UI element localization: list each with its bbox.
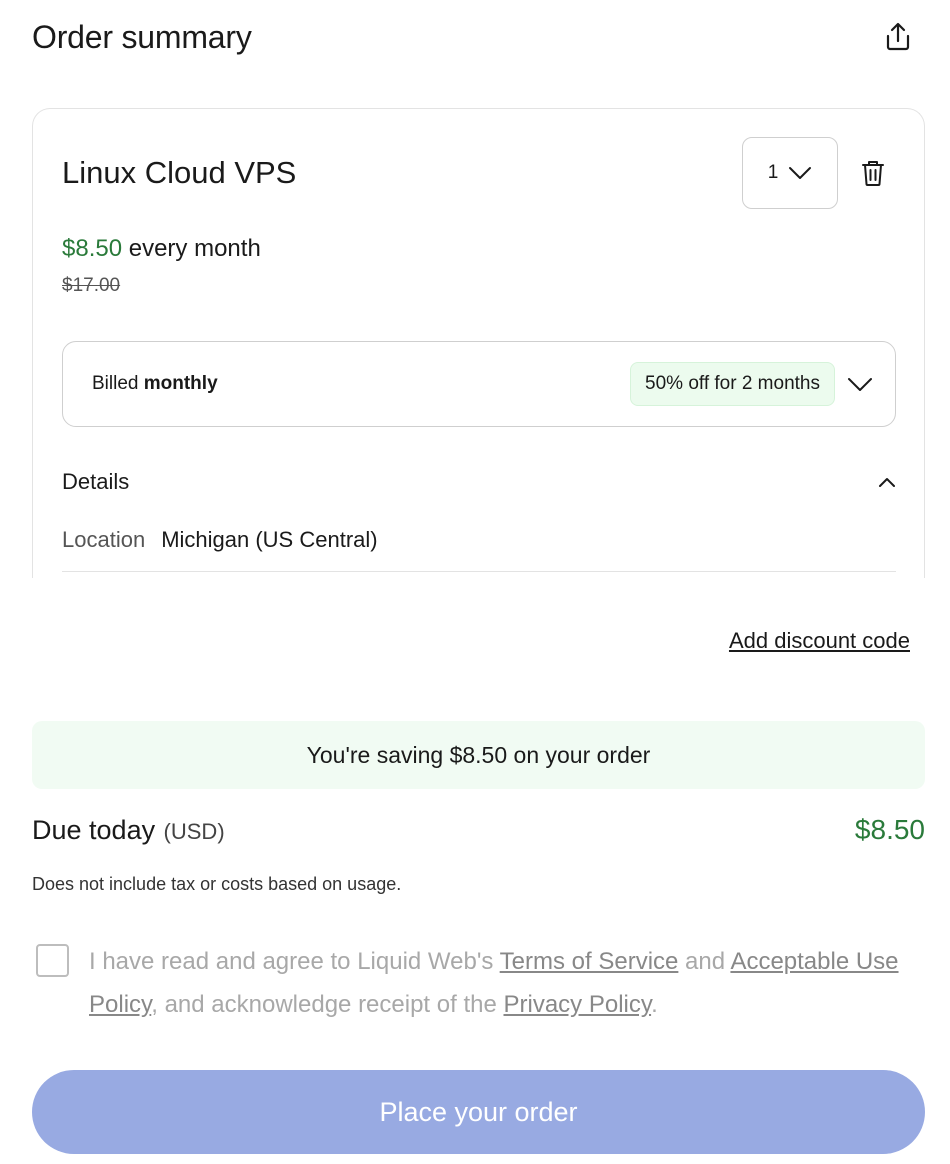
- location-label: Location: [62, 527, 146, 552]
- location-value: Michigan (US Central): [161, 527, 378, 552]
- product-name: Linux Cloud VPS: [62, 155, 297, 190]
- page-title: Order summary: [32, 18, 252, 55]
- agreement-text-2: and: [678, 948, 731, 975]
- trash-icon: [862, 161, 884, 186]
- share-button[interactable]: [878, 17, 918, 57]
- tax-note: Does not include tax or costs based on u…: [32, 874, 402, 894]
- price-line: $8.50 every month: [62, 235, 261, 263]
- agreement-text: I have read and agree to Liquid Web's Te…: [89, 940, 926, 1026]
- due-label: Due today: [32, 815, 156, 845]
- due-label-group: Due today (USD): [32, 815, 225, 846]
- quantity-value: 1: [767, 162, 779, 183]
- chevron-down-icon: [789, 167, 812, 179]
- privacy-policy-link[interactable]: Privacy Policy: [503, 991, 651, 1018]
- chevron-up-icon: [879, 477, 895, 487]
- remove-item-button[interactable]: [855, 155, 891, 191]
- billing-term: monthly: [143, 373, 218, 394]
- chevron-down-icon: [848, 377, 872, 391]
- agreement-text-1: I have read and agree to Liquid Web's: [89, 948, 500, 975]
- savings-banner: You're saving $8.50 on your order: [32, 721, 925, 789]
- current-price: $8.50: [62, 235, 123, 262]
- location-row: Location Michigan (US Central): [62, 527, 378, 553]
- agreement-row: I have read and agree to Liquid Web's Te…: [36, 940, 926, 1026]
- promo-badge: 50% off for 2 months: [630, 362, 835, 406]
- billing-term-select[interactable]: Billed monthly 50% off for 2 months: [62, 341, 896, 427]
- add-discount-code-link[interactable]: Add discount code: [729, 628, 910, 654]
- details-title: Details: [62, 469, 130, 494]
- agreement-text-4: .: [651, 991, 658, 1018]
- billing-label: Billed monthly: [92, 373, 218, 395]
- share-icon: [886, 22, 910, 51]
- header: Order summary: [32, 14, 918, 60]
- divider: [62, 571, 896, 572]
- due-today-row: Due today (USD) $8.50: [32, 814, 925, 846]
- original-price: $17.00: [62, 275, 121, 296]
- terms-of-service-link[interactable]: Terms of Service: [500, 948, 679, 975]
- due-currency: (USD): [163, 819, 225, 844]
- agree-checkbox[interactable]: [36, 944, 69, 977]
- product-card: Linux Cloud VPS 1 $8.50 every month $17.…: [32, 108, 925, 578]
- agreement-text-3: , and acknowledge receipt of the: [151, 991, 504, 1018]
- due-amount: $8.50: [854, 814, 925, 845]
- billing-prefix: Billed: [92, 373, 144, 394]
- place-order-button[interactable]: Place your order: [32, 1070, 925, 1154]
- details-toggle[interactable]: Details: [62, 469, 896, 495]
- quantity-select[interactable]: 1: [742, 137, 838, 209]
- billing-period: every month: [122, 235, 261, 262]
